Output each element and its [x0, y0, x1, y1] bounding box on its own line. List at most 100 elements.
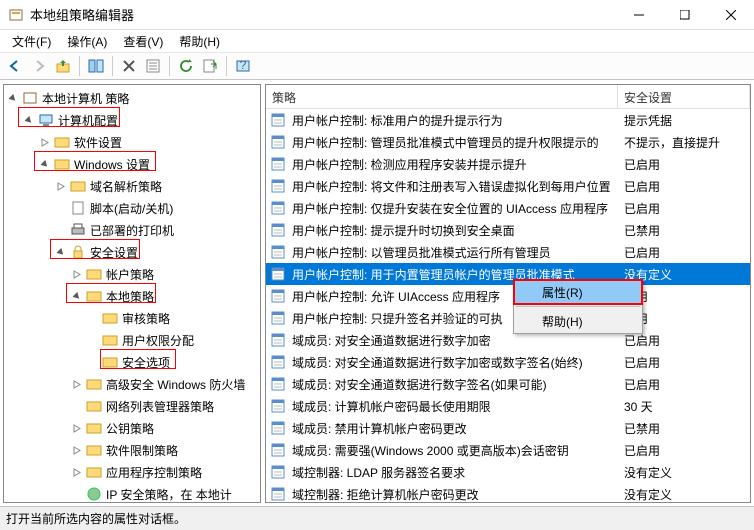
tree-label: 已部署的打印机	[90, 222, 174, 239]
list-row[interactable]: 用户帐户控制: 仅提升安装在安全位置的 UIAccess 应用程序已启用	[266, 197, 750, 219]
tree-security-settings[interactable]: 安全设置	[4, 241, 260, 263]
policy-item-icon	[270, 442, 286, 458]
help-button[interactable]: ?	[232, 55, 254, 77]
expand-icon[interactable]	[70, 267, 84, 281]
menu-file[interactable]: 文件(F)	[4, 31, 59, 52]
tree-user-rights[interactable]: 用户权限分配	[4, 329, 260, 351]
menu-view[interactable]: 查看(V)	[115, 31, 171, 52]
tree-label: 本地计算机 策略	[42, 90, 129, 107]
delete-button[interactable]	[118, 55, 140, 77]
tree-label: 审核策略	[122, 310, 170, 327]
policy-name: 用户帐户控制: 允许 UIAccess 应用程序	[292, 288, 500, 305]
policy-item-icon	[270, 288, 286, 304]
tree-pane[interactable]: 本地计算机 策略 计算机配置 软件设置 Windows 设置	[3, 84, 261, 503]
tree-windows-settings[interactable]: Windows 设置	[4, 153, 260, 175]
menu-bar: 文件(F) 操作(A) 查看(V) 帮助(H)	[0, 30, 754, 52]
folder-icon	[102, 332, 118, 348]
expand-icon[interactable]	[70, 377, 84, 391]
close-button[interactable]	[708, 0, 754, 29]
list-row[interactable]: 域成员: 对安全通道数据进行数字签名(如果可能)已启用	[266, 373, 750, 395]
list-row[interactable]: 用户帐户控制: 提示提升时切换到安全桌面 已禁用	[266, 219, 750, 241]
menu-help[interactable]: 帮助(H)	[171, 31, 228, 52]
tree-deployed-printers[interactable]: 已部署的打印机	[4, 219, 260, 241]
policy-item-icon	[270, 200, 286, 216]
list-row[interactable]: 用户帐户控制: 用于内置管理员帐户的管理员批准模式没有定义	[266, 263, 750, 285]
show-hide-tree-button[interactable]	[85, 55, 107, 77]
tree-dns-policy[interactable]: 域名解析策略	[4, 175, 260, 197]
context-menu-properties[interactable]: 属性(R)	[514, 280, 642, 304]
list-row[interactable]: 域成员: 计算机帐户密码最长使用期限30 天	[266, 395, 750, 417]
list-header[interactable]: 策略 安全设置	[266, 85, 750, 109]
tree-local-policy[interactable]: 本地策略	[4, 285, 260, 307]
tree-root[interactable]: 本地计算机 策略	[4, 87, 260, 109]
list-row[interactable]: 用户帐户控制: 管理员批准模式中管理员的提升权限提示的不提示，直接提升	[266, 131, 750, 153]
folder-icon	[86, 420, 102, 436]
column-policy[interactable]: 策略	[266, 85, 618, 108]
maximize-button[interactable]	[662, 0, 708, 29]
svg-text:?: ?	[240, 58, 247, 72]
refresh-button[interactable]	[175, 55, 197, 77]
collapse-icon[interactable]	[54, 245, 68, 259]
tree-startup-scripts[interactable]: 脚本(启动/关机)	[4, 197, 260, 219]
collapse-icon[interactable]	[38, 157, 52, 171]
list-row[interactable]: 用户帐户控制: 标准用户的提升提示行为提示凭据	[266, 109, 750, 131]
expand-icon[interactable]	[70, 421, 84, 435]
list-row[interactable]: 域成员: 需要强(Windows 2000 或更高版本)会话密钥已启用	[266, 439, 750, 461]
tree-software-settings[interactable]: 软件设置	[4, 131, 260, 153]
status-text: 打开当前所选内容的属性对话框。	[6, 510, 186, 527]
tree-public-key-policy[interactable]: 公钥策略	[4, 417, 260, 439]
list-row[interactable]: 用户帐户控制: 允许 UIAccess 应用程序禁用	[266, 285, 750, 307]
up-button[interactable]	[52, 55, 74, 77]
tree-computer-config[interactable]: 计算机配置	[4, 109, 260, 131]
list-row[interactable]: 用户帐户控制: 以管理员批准模式运行所有管理员已启用	[266, 241, 750, 263]
export-button[interactable]	[199, 55, 221, 77]
forward-button[interactable]	[28, 55, 50, 77]
folder-icon	[86, 376, 102, 392]
expand-icon[interactable]	[70, 465, 84, 479]
tree-security-options[interactable]: 安全选项	[4, 351, 260, 373]
policy-name: 用户帐户控制: 提示提升时切换到安全桌面	[292, 222, 515, 239]
policy-item-icon	[270, 156, 286, 172]
list-rows[interactable]: 用户帐户控制: 标准用户的提升提示行为提示凭据用户帐户控制: 管理员批准模式中管…	[266, 109, 750, 502]
tree-ip-security[interactable]: IP 安全策略，在 本地计	[4, 483, 260, 503]
tree-app-control[interactable]: 应用程序控制策略	[4, 461, 260, 483]
collapse-icon[interactable]	[22, 113, 36, 127]
status-bar: 打开当前所选内容的属性对话框。	[0, 506, 754, 530]
policy-name: 用户帐户控制: 管理员批准模式中管理员的提升权限提示的	[292, 134, 599, 151]
minimize-button[interactable]	[616, 0, 662, 29]
list-row[interactable]: 用户帐户控制: 检测应用程序安装并提示提升已启用	[266, 153, 750, 175]
policy-item-icon	[270, 332, 286, 348]
column-security-setting[interactable]: 安全设置	[618, 85, 750, 108]
list-row[interactable]: 用户帐户控制: 将文件和注册表写入错误虚拟化到每用户位置已启用	[266, 175, 750, 197]
policy-name: 域成员: 对安全通道数据进行数字签名(如果可能)	[292, 376, 547, 393]
list-row[interactable]: 域控制器: LDAP 服务器签名要求没有定义	[266, 461, 750, 483]
tree-account-policy[interactable]: 帐户策略	[4, 263, 260, 285]
collapse-icon[interactable]	[70, 289, 84, 303]
policy-name: 用户帐户控制: 将文件和注册表写入错误虚拟化到每用户位置	[292, 178, 611, 195]
tree-label: IP 安全策略，在 本地计	[106, 486, 232, 503]
policy-item-icon	[270, 310, 286, 326]
list-row[interactable]: 域控制器: 拒绝计算机帐户密码更改没有定义	[266, 483, 750, 502]
policy-item-icon	[270, 266, 286, 282]
list-row[interactable]: 域成员: 对安全通道数据进行数字加密已启用	[266, 329, 750, 351]
expand-icon[interactable]	[38, 135, 52, 149]
tree-network-list-manager[interactable]: 网络列表管理器策略	[4, 395, 260, 417]
list-row[interactable]: 域成员: 对安全通道数据进行数字加密或数字签名(始终)已启用	[266, 351, 750, 373]
policy-item-icon	[270, 134, 286, 150]
menu-action[interactable]: 操作(A)	[59, 31, 115, 52]
tree-audit-policy[interactable]: 审核策略	[4, 307, 260, 329]
list-row[interactable]: 用户帐户控制: 只提升签名并验证的可执禁用	[266, 307, 750, 329]
context-menu-label: 属性(R)	[542, 284, 583, 301]
list-row[interactable]: 域成员: 禁用计算机帐户密码更改已禁用	[266, 417, 750, 439]
tree-software-restriction[interactable]: 软件限制策略	[4, 439, 260, 461]
lock-icon	[70, 244, 86, 260]
collapse-icon[interactable]	[6, 91, 20, 105]
expand-icon[interactable]	[70, 443, 84, 457]
expand-icon[interactable]	[54, 179, 68, 193]
folder-icon	[54, 156, 70, 172]
back-button[interactable]	[4, 55, 26, 77]
context-menu-help[interactable]: 帮助(H)	[514, 309, 642, 333]
policy-value: 已禁用	[618, 222, 750, 239]
tree-advanced-windows-firewall[interactable]: 高级安全 Windows 防火墙	[4, 373, 260, 395]
properties-button[interactable]	[142, 55, 164, 77]
